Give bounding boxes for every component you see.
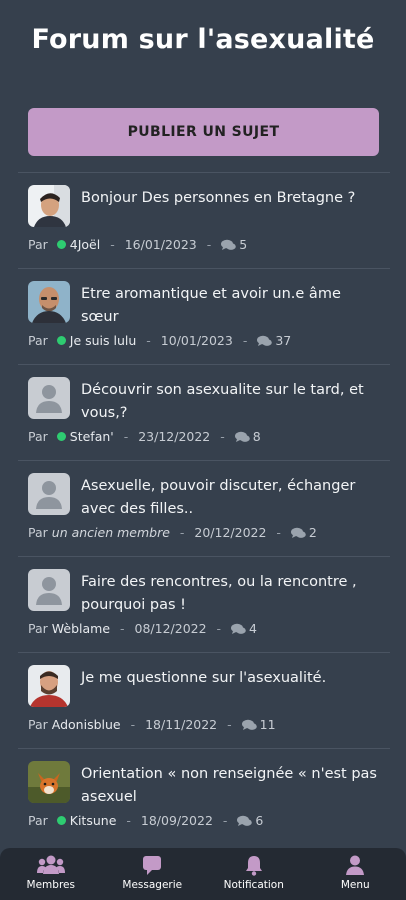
topic-author[interactable]: Kitsune [70, 813, 117, 828]
topic-date: 16/01/2023 [124, 237, 197, 252]
topic-date: 20/12/2022 [194, 525, 267, 540]
topic-item[interactable]: Je me questionne sur l'asexualité. Par A… [18, 652, 390, 748]
comments-icon [290, 527, 306, 538]
default-user-icon [28, 569, 70, 611]
topic-item[interactable]: Découvrir son asexualite sur le tard, et… [18, 364, 390, 460]
topic-title[interactable]: Je me questionne sur l'asexualité. [81, 667, 381, 690]
publish-topic-button[interactable]: PUBLIER UN SUJET [28, 108, 379, 156]
topic-title[interactable]: Faire des rencontres, ou la rencontre , … [81, 571, 381, 617]
comments-icon [234, 431, 250, 442]
nav-members[interactable]: Membres [0, 848, 102, 900]
topic-meta: Par Stefan' - 23/12/2022 - 8 [28, 429, 261, 444]
reply-count: 6 [255, 813, 264, 828]
topic-date: 23/12/2022 [138, 429, 211, 444]
nav-messaging[interactable]: Messagerie [102, 848, 204, 900]
photo-bald-man-icon [28, 281, 70, 323]
nav-messaging-label: Messagerie [122, 879, 183, 891]
topic-date: 08/12/2022 [134, 621, 207, 636]
meta-prefix: Par [28, 429, 48, 444]
topic-author[interactable]: 4Joël [70, 237, 100, 252]
topic-title[interactable]: Orientation « non renseignée « n'est pas… [81, 763, 381, 809]
online-status-dot [56, 336, 66, 345]
topic-author[interactable]: Wèblame [52, 621, 110, 636]
topic-author[interactable]: Stefan' [70, 429, 114, 444]
topic-meta: Par Je suis lulu - 10/01/2023 - 37 [28, 333, 292, 348]
topic-author[interactable]: Adonisblue [52, 717, 121, 732]
topic-title[interactable]: Asexuelle, pouvoir discuter, échanger av… [81, 475, 381, 521]
meta-prefix: Par [28, 813, 48, 828]
comments-icon [241, 719, 257, 730]
meta-prefix: Par [28, 621, 48, 636]
meta-prefix: Par [28, 333, 48, 348]
reply-count: 37 [275, 333, 292, 348]
topic-item[interactable]: Asexuelle, pouvoir discuter, échanger av… [18, 460, 390, 556]
photo-bearded-man-icon [28, 665, 70, 707]
meta-prefix: Par [28, 237, 48, 252]
reply-count: 4 [249, 621, 257, 636]
online-status-dot [56, 432, 66, 441]
meta-prefix: Par [28, 525, 48, 540]
topic-list: Bonjour Des personnes en Bretagne ? Par … [18, 172, 390, 844]
bottom-navigation: Membres Messagerie Notification Menu [0, 848, 406, 900]
topic-title[interactable]: Bonjour Des personnes en Bretagne ? [81, 187, 381, 210]
meta-prefix: Par [28, 717, 48, 732]
reply-count: 8 [252, 429, 261, 444]
topic-date: 18/09/2022 [140, 813, 213, 828]
reply-count: 5 [239, 237, 248, 252]
photo-fox-icon [28, 761, 70, 803]
topic-author[interactable]: Je suis lulu [70, 333, 137, 348]
photo-young-man-icon [28, 185, 70, 227]
topic-title[interactable]: Découvrir son asexualite sur le tard, et… [81, 379, 381, 425]
default-user-icon [28, 377, 70, 419]
page-title: Forum sur l'asexualité [31, 24, 375, 55]
topic-title[interactable]: Etre aromantique et avoir un.e âme sœur [81, 283, 381, 329]
bell-icon [245, 856, 262, 876]
topic-date: 18/11/2022 [145, 717, 218, 732]
topic-date: 10/01/2023 [160, 333, 233, 348]
topic-item[interactable]: Orientation « non renseignée « n'est pas… [18, 748, 390, 844]
default-user-icon [28, 473, 70, 515]
nav-menu-label: Menu [340, 879, 370, 891]
reply-count: 11 [259, 717, 276, 732]
topic-meta: Par Wèblame - 08/12/2022 - 4 [28, 621, 257, 636]
online-status-dot [56, 240, 66, 249]
topic-item[interactable]: Etre aromantique et avoir un.e âme sœur … [18, 268, 390, 364]
nav-notification[interactable]: Notification [203, 848, 305, 900]
users-icon [36, 855, 65, 874]
topic-meta: Par Adonisblue - 18/11/2022 - 11 [28, 717, 276, 732]
nav-menu[interactable]: Menu [305, 848, 406, 900]
comments-icon [237, 815, 253, 826]
topic-meta: Par Kitsune - 18/09/2022 - 6 [28, 813, 264, 828]
reply-count: 2 [308, 525, 317, 540]
topic-meta: Par 4Joël - 16/01/2023 - 5 [28, 237, 248, 252]
comments-icon [231, 623, 246, 634]
nav-members-label: Membres [26, 879, 75, 891]
nav-notification-label: Notification [223, 879, 284, 891]
online-status-dot [56, 816, 66, 825]
comments-icon [221, 239, 237, 250]
topic-author: un ancien membre [51, 525, 170, 540]
topic-item[interactable]: Faire des rencontres, ou la rencontre , … [18, 556, 390, 652]
comments-icon [257, 335, 273, 346]
user-icon [346, 855, 365, 875]
message-icon [143, 856, 162, 875]
topic-meta: Par un ancien membre - 20/12/2022 - 2 [28, 525, 317, 540]
topic-item[interactable]: Bonjour Des personnes en Bretagne ? Par … [18, 172, 390, 268]
